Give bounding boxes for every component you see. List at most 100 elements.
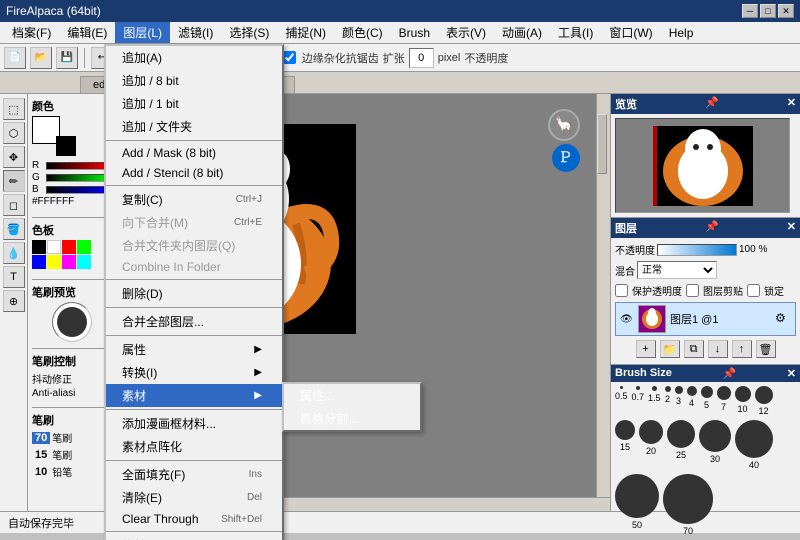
menu-transform[interactable]: 转换(I) ▶: [106, 361, 282, 384]
b-slider[interactable]: [46, 186, 111, 194]
vertical-scrollbar[interactable]: [596, 94, 610, 497]
menu-flatten[interactable]: 合并全部图层...: [106, 310, 282, 333]
expand-input[interactable]: [409, 48, 434, 68]
menu-tools[interactable]: 工具(I): [550, 22, 601, 43]
brush-size-item[interactable]: 0.5: [615, 386, 628, 416]
menu-add-stencil[interactable]: Add / Stencil (8 bit): [106, 163, 282, 183]
brush-size-item[interactable]: 2: [665, 386, 671, 416]
brush-size-item[interactable]: 20: [639, 420, 663, 470]
tool-brush[interactable]: ✏: [3, 170, 25, 192]
menu-color[interactable]: 颜色(C): [334, 22, 391, 43]
layers-close[interactable]: ✕: [787, 220, 796, 236]
tool-snap[interactable]: ⊕: [3, 290, 25, 312]
menu-view[interactable]: 捕捉(N): [277, 22, 334, 43]
menu-edit[interactable]: 编辑(E): [59, 22, 115, 43]
menu-add-1bit[interactable]: 追加 / 1 bit: [106, 92, 282, 115]
menu-file[interactable]: 档案(F): [4, 22, 59, 43]
color-swatch-blue[interactable]: [32, 255, 46, 269]
maximize-button[interactable]: □: [760, 4, 776, 18]
tool-lasso[interactable]: ⬡: [3, 122, 25, 144]
brush-size-close[interactable]: ✕: [787, 367, 796, 380]
menu-delete[interactable]: 删除(D): [106, 282, 282, 305]
minimize-button[interactable]: ─: [742, 4, 758, 18]
menu-add-folder[interactable]: 追加 / 文件夹: [106, 115, 282, 138]
color-swatch-black[interactable]: [32, 240, 46, 254]
menu-clear[interactable]: 清除(E) Del: [106, 486, 282, 509]
layer-del-btn[interactable]: 🗑: [756, 340, 776, 358]
color-swatch-red[interactable]: [62, 240, 76, 254]
menu-material[interactable]: 素材 ▶ 属性... 框格分割...: [106, 384, 282, 407]
color-swatch-green[interactable]: [77, 240, 91, 254]
menu-merge-folder[interactable]: 合并文件夹内图层(Q): [106, 234, 282, 257]
menu-merge-down[interactable]: 向下合并(M) Ctrl+E: [106, 211, 282, 234]
menu-fill[interactable]: 全面填充(F) Ins: [106, 463, 282, 486]
blend-select[interactable]: 正常: [637, 261, 717, 279]
layer-dup-btn[interactable]: ⧉: [684, 340, 704, 358]
brush-size-item[interactable]: 25: [667, 420, 695, 470]
tool-text[interactable]: T: [3, 266, 25, 288]
brush-size-item[interactable]: 3: [675, 386, 683, 416]
brush-size-item[interactable]: 40: [735, 420, 773, 470]
brush-size-item[interactable]: 7: [717, 386, 731, 416]
color-swatch-cyan[interactable]: [77, 255, 91, 269]
tool-select[interactable]: ⬚: [3, 98, 25, 120]
r-slider[interactable]: [46, 162, 111, 170]
layer-eye[interactable]: 👁: [620, 314, 634, 325]
preview-close[interactable]: ✕: [787, 96, 796, 112]
menu-add-mask[interactable]: Add / Mask (8 bit): [106, 143, 282, 163]
submenu-frame-split[interactable]: 框格分割...: [284, 407, 420, 430]
menu-add[interactable]: 追加(A): [106, 46, 282, 69]
save-button[interactable]: 💾: [56, 47, 78, 69]
tool-fill[interactable]: 🪣: [3, 218, 25, 240]
menu-combine-folder[interactable]: Combine In Folder: [106, 257, 282, 277]
brush-size-pin[interactable]: 📌: [722, 367, 736, 380]
color-swatch-magenta[interactable]: [62, 255, 76, 269]
layer-add-btn[interactable]: +: [636, 340, 656, 358]
layers-pin[interactable]: 📌: [705, 220, 719, 236]
menu-help[interactable]: Help: [661, 24, 702, 42]
open-button[interactable]: 📂: [30, 47, 52, 69]
menu-rasterize[interactable]: 素材点阵化: [106, 435, 282, 458]
submenu-properties[interactable]: 属性...: [284, 384, 420, 407]
layer-up-btn[interactable]: ↑: [732, 340, 752, 358]
antialiasing-checkbox[interactable]: [283, 51, 296, 64]
menu-duplicate[interactable]: 复制(C) Ctrl+J: [106, 188, 282, 211]
tool-eyedrop[interactable]: 💧: [3, 242, 25, 264]
layer-item-1[interactable]: 👁 图层1 @1 ⚙: [615, 302, 796, 336]
g-slider[interactable]: [46, 174, 111, 182]
brush-size-item[interactable]: 0.7: [632, 386, 645, 416]
layer-gear-1[interactable]: ⚙: [775, 311, 791, 327]
menu-layer[interactable]: 图层(L): [115, 22, 170, 43]
v-scroll-thumb[interactable]: [597, 114, 607, 174]
opacity-slider[interactable]: [657, 244, 737, 256]
layer-down-btn[interactable]: ↓: [708, 340, 728, 358]
menu-animate[interactable]: 动画(A): [494, 22, 550, 43]
color-swatch-white[interactable]: [47, 240, 61, 254]
menu-properties-arrow[interactable]: 属性 ▶: [106, 338, 282, 361]
clip-checkbox[interactable]: [686, 284, 699, 297]
color-swatch-yellow[interactable]: [47, 255, 61, 269]
menu-filter[interactable]: 滤镜(I): [170, 22, 221, 43]
preview-pin[interactable]: 📌: [705, 96, 719, 112]
protect-checkbox[interactable]: [615, 284, 628, 297]
layer-folder-btn[interactable]: 📁: [660, 340, 680, 358]
menu-select[interactable]: 选择(S): [221, 22, 277, 43]
menu-clear-through[interactable]: Clear Through Shift+Del: [106, 509, 282, 529]
brush-size-item[interactable]: 12: [755, 386, 773, 416]
tool-move[interactable]: ✥: [3, 146, 25, 168]
lock-checkbox[interactable]: [747, 284, 760, 297]
brush-size-item[interactable]: 10: [735, 386, 751, 416]
menu-add-manga-frame[interactable]: 添加漫画框材料...: [106, 412, 282, 435]
menu-brush[interactable]: Brush: [391, 24, 438, 42]
close-button[interactable]: ✕: [778, 4, 794, 18]
brush-size-item[interactable]: 5: [701, 386, 713, 416]
menu-display[interactable]: 表示(V): [438, 22, 494, 43]
brush-size-item[interactable]: 1.5: [648, 386, 661, 416]
new-button[interactable]: 📄: [4, 47, 26, 69]
brush-size-item[interactable]: 4: [687, 386, 697, 416]
tool-eraser[interactable]: ◻: [3, 194, 25, 216]
menu-add-8bit[interactable]: 追加 / 8 bit: [106, 69, 282, 92]
menu-window[interactable]: 窗口(W): [601, 22, 660, 43]
brush-size-item[interactable]: 15: [615, 420, 635, 470]
brush-size-item[interactable]: 30: [699, 420, 731, 470]
